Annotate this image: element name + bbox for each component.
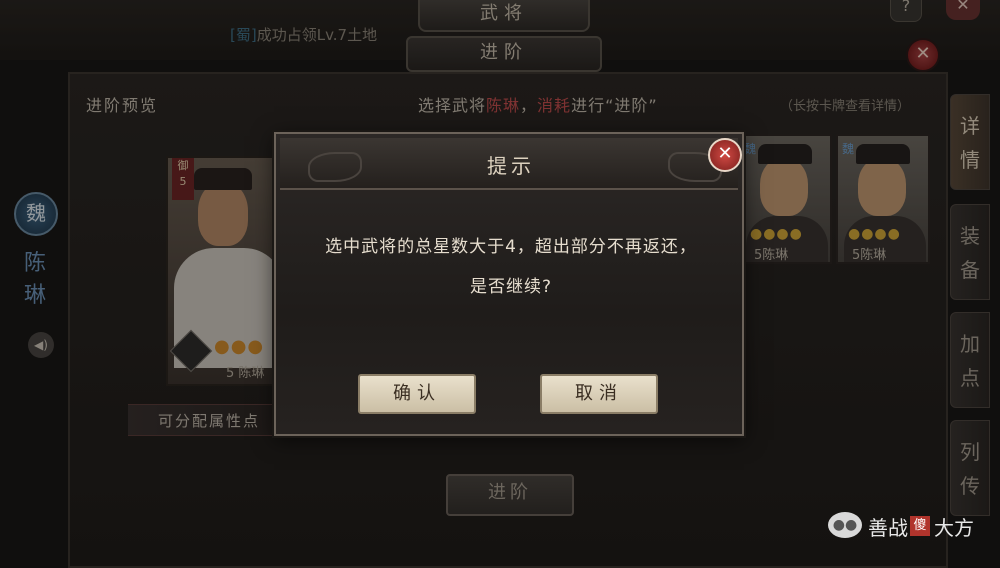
confirm-dialog: 提示 ✕ 选中武将的总星数大于4，超出部分不再返还， 是否继续? 确认 取消: [274, 132, 744, 436]
cancel-button[interactable]: 取消: [540, 374, 658, 414]
watermark-text-2: 大方: [934, 516, 974, 540]
watermark-text: 善战: [868, 516, 908, 540]
dialog-title: 提示: [487, 154, 535, 178]
watermark-stamp: 傻: [910, 516, 930, 536]
dialog-message-line1: 选中武将的总星数大于4，超出部分不再返还，: [325, 237, 697, 257]
dialog-close-icon[interactable]: ✕: [708, 138, 742, 172]
dialog-message-line2: 是否继续?: [469, 277, 553, 297]
wechat-icon: ●●: [828, 512, 862, 538]
confirm-button[interactable]: 确认: [358, 374, 476, 414]
